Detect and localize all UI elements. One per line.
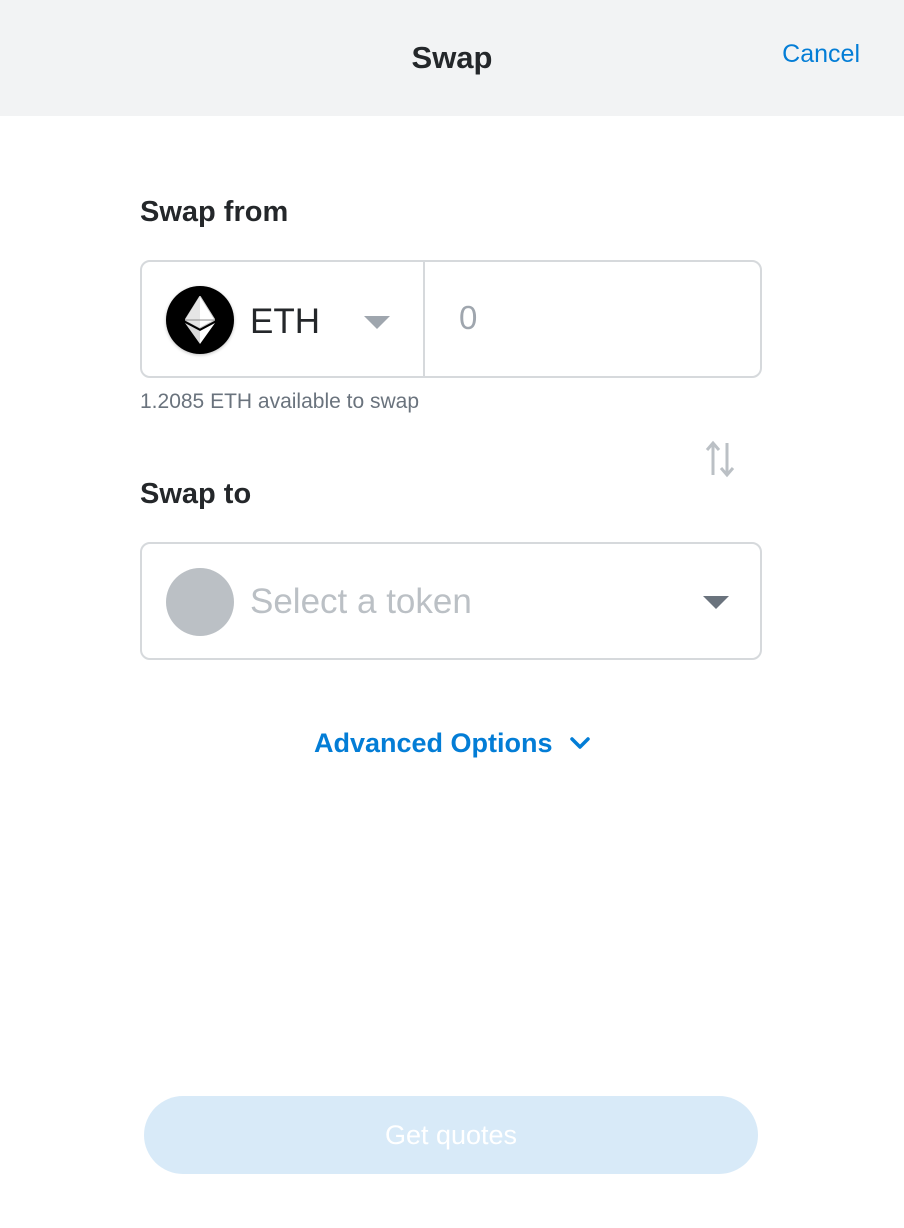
select-token-placeholder: Select a token [250,582,472,621]
ethereum-icon [166,286,234,354]
caret-down-icon [703,596,729,609]
swap-from-box: ETH [140,260,762,378]
swap-from-label: Swap from [140,196,289,228]
from-token-symbol: ETH [250,302,320,341]
from-token-selector[interactable]: ETH [142,262,425,376]
chevron-down-icon [570,726,590,757]
available-balance: 1.2085 ETH available to swap [140,390,419,413]
swap-to-label: Swap to [140,478,252,510]
get-quotes-button[interactable]: Get quotes [144,1096,758,1174]
swap-arrows-icon[interactable] [704,440,736,483]
to-token-selector[interactable]: Select a token [140,542,762,660]
from-amount-area [425,262,760,376]
page-title: Swap [411,40,493,75]
header-bar: Swap Cancel [0,0,904,116]
from-amount-input[interactable] [457,298,741,338]
token-placeholder-icon [166,568,234,636]
cancel-button[interactable]: Cancel [782,40,860,69]
advanced-options-label: Advanced Options [313,728,553,758]
caret-down-icon [364,316,390,329]
advanced-options-toggle[interactable]: Advanced Options [0,728,904,760]
